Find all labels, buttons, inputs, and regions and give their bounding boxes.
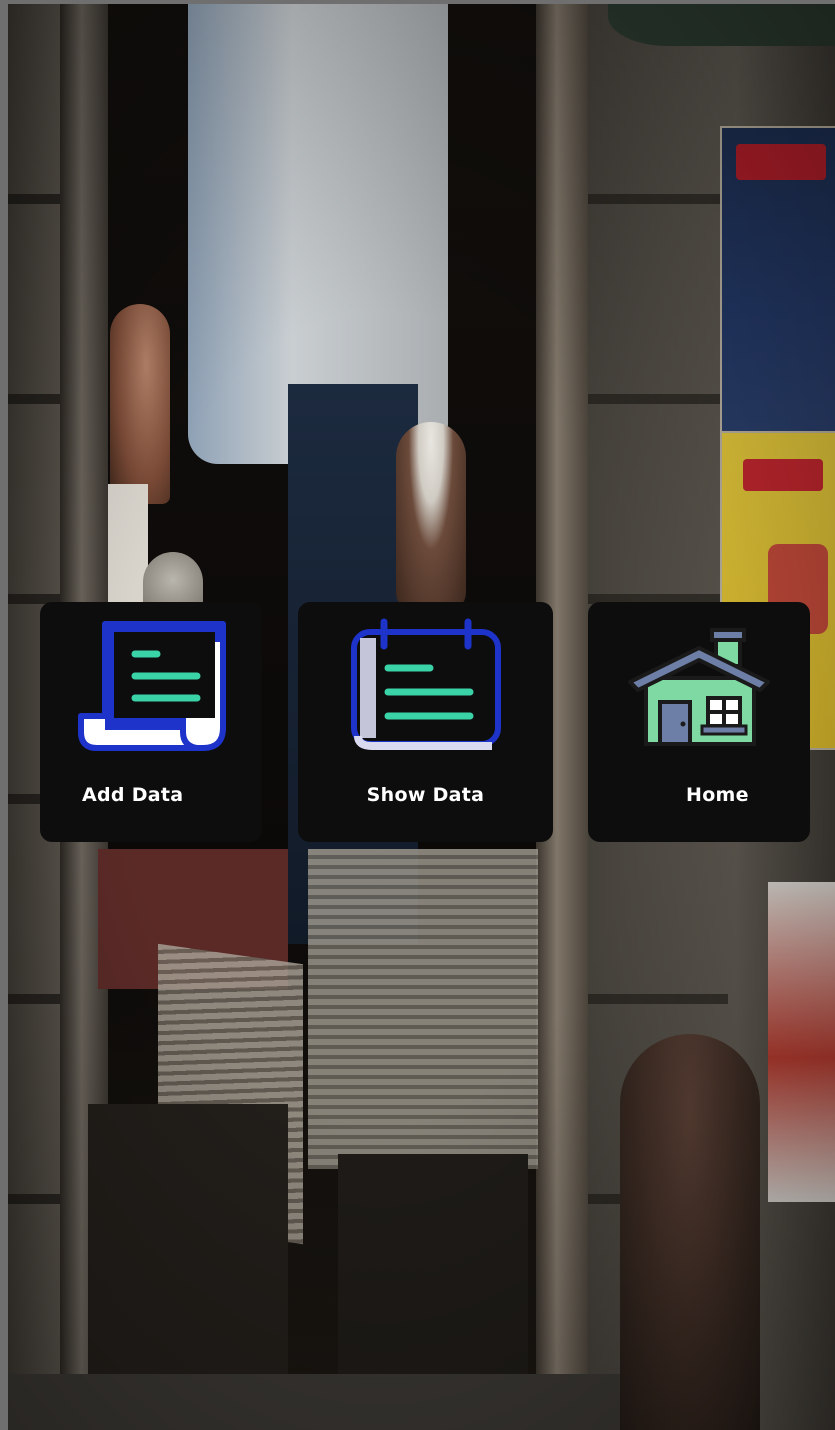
calendar-list-icon	[348, 618, 504, 758]
main-menu: Add Data Show Data Home	[8, 602, 835, 846]
add-document-icon	[75, 618, 227, 758]
show-data-button[interactable]: Show Data	[298, 602, 553, 842]
show-data-label: Show Data	[366, 784, 485, 806]
home-button[interactable]: Home	[588, 602, 810, 842]
home-label: Home	[686, 784, 749, 806]
add-data-label: Add Data	[82, 784, 184, 806]
add-data-button[interactable]: Add Data	[40, 602, 262, 842]
home-icon	[624, 626, 774, 754]
app-screen: Add Data Show Data Home	[8, 4, 835, 1430]
